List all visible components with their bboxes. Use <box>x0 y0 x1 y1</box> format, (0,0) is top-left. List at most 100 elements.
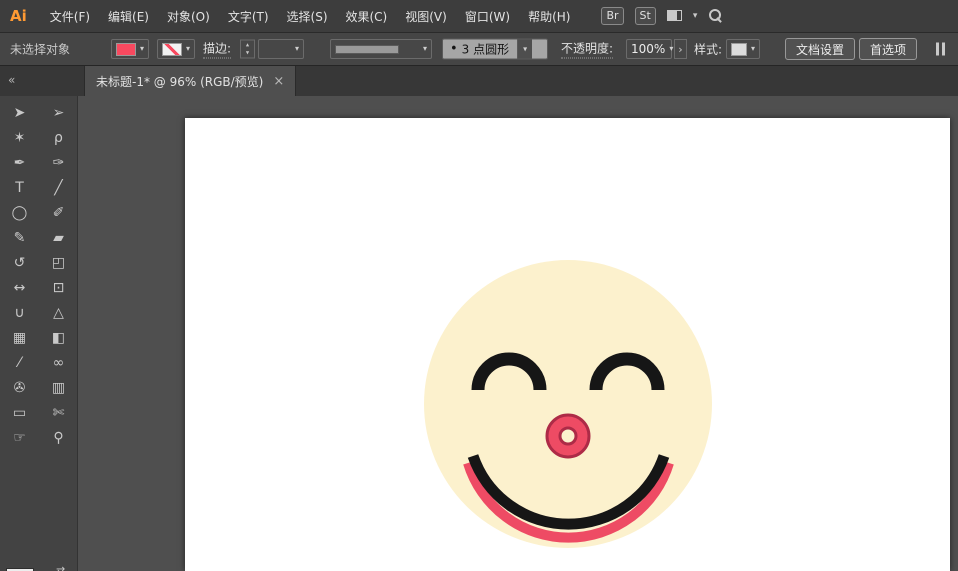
paintbrush-tool[interactable]: ✐ <box>39 200 78 225</box>
blend-tool-icon: ∞ <box>52 354 65 371</box>
stroke-panel-link[interactable]: 描边: <box>203 40 232 59</box>
column-graph-tool[interactable]: ▥ <box>39 375 78 400</box>
stock-icon[interactable]: St <box>634 6 656 26</box>
mesh-tool-icon: ▦ <box>12 329 27 346</box>
magic-wand-tool[interactable]: ✶ <box>0 125 39 150</box>
curvature-tool[interactable]: ✑ <box>39 150 78 175</box>
zoom-tool[interactable]: ⚲ <box>39 425 78 450</box>
stroke-color-dropdown[interactable]: ▾ <box>157 39 196 59</box>
swatch-area: ⇄ <box>0 551 78 571</box>
width-tool-icon: ↔ <box>13 279 26 296</box>
opacity-flyout-button[interactable]: › <box>674 39 687 59</box>
line-segment-tool-icon: ╱ <box>54 179 63 196</box>
fill-color-dropdown[interactable]: ▾ <box>111 39 150 59</box>
pencil-tool-icon: ✎ <box>13 229 26 246</box>
bridge-icon[interactable]: Br <box>601 6 624 26</box>
eyedropper-tool-icon: ⁄ <box>18 354 21 371</box>
app-logo[interactable]: Ai <box>10 7 27 25</box>
canvas[interactable] <box>78 96 958 571</box>
stroke-weight-stepper[interactable]: ▴ ▾ <box>240 39 255 59</box>
gradient-tool[interactable]: ◧ <box>39 325 78 350</box>
menu-item-9[interactable]: 帮助(H) <box>519 8 579 25</box>
tab-close-icon[interactable]: × <box>273 75 284 88</box>
brush-name: 3 点圆形 <box>461 42 510 57</box>
eraser-tool-icon: ▰ <box>53 229 64 246</box>
symbol-sprayer-tool[interactable]: ✇ <box>0 375 39 400</box>
menu-item-4[interactable]: 文字(T) <box>219 8 278 25</box>
selection-status: 未选择对象 <box>10 42 71 57</box>
gradient-tool-icon: ◧ <box>51 329 66 346</box>
swap-fill-stroke-icon[interactable]: ⇄ <box>56 564 65 571</box>
illustrator-window: Ai 文件(F) 编辑(E) 对象(O) 文字(T) 选择(S) 效果(C) 视图(V) 窗口… <box>0 0 958 571</box>
scale-tool[interactable]: ◰ <box>39 250 78 275</box>
menu-item-5[interactable]: 选择(S) <box>278 8 337 25</box>
free-transform-tool-icon: ⊡ <box>52 279 65 296</box>
direct-selection-tool-icon: ➢ <box>52 104 65 121</box>
artboard[interactable] <box>185 118 950 571</box>
slice-tool[interactable]: ✄ <box>39 400 78 425</box>
lasso-tool[interactable]: ρ <box>39 125 78 150</box>
control-bar: 未选择对象 ▾ ▾ 描边: ▴ ▾ ▾ ▾ • 3 点圆形 ▾ 不透明度: 10… <box>0 33 958 66</box>
zoom-tool-icon: ⚲ <box>53 429 64 446</box>
selection-tool[interactable]: ➤ <box>0 100 39 125</box>
brush-chevron-down-icon: ▾ <box>517 39 533 59</box>
artboard-tool[interactable]: ▭ <box>0 400 39 425</box>
fill-chevron-down-icon: ▾ <box>140 44 145 53</box>
menubar-icons: Br St ▾ <box>601 6 723 26</box>
line-segment-tool[interactable]: ╱ <box>39 175 78 200</box>
brush-definition-select[interactable]: • 3 点圆形 ▾ <box>442 38 548 60</box>
artboard-tool-icon: ▭ <box>12 404 27 421</box>
menu-item-2[interactable]: 编辑(E) <box>99 8 158 25</box>
ellipse-tool-icon: ◯ <box>11 204 28 221</box>
width-tool[interactable]: ↔ <box>0 275 39 300</box>
paintbrush-tool-icon: ✐ <box>52 204 65 221</box>
shape-builder-tool[interactable]: ∪ <box>0 300 39 325</box>
free-transform-tool[interactable]: ⊡ <box>39 275 78 300</box>
ellipse-tool[interactable]: ◯ <box>0 200 39 225</box>
panel-dock-icon[interactable] <box>936 42 948 56</box>
type-tool[interactable]: T <box>0 175 39 200</box>
menu-item-1[interactable]: 文件(F) <box>41 8 99 25</box>
stroke-weight-chevron-down-icon: ▾ <box>294 44 299 53</box>
perspective-grid-tool[interactable]: △ <box>39 300 78 325</box>
search-icon[interactable] <box>708 8 723 24</box>
menu-item-6[interactable]: 效果(C) <box>337 8 397 25</box>
workspace-chevron-down-icon[interactable]: ▾ <box>693 11 698 21</box>
column-graph-tool-icon: ▥ <box>51 379 66 396</box>
menu-item-8[interactable]: 窗口(W) <box>456 8 519 25</box>
blend-tool[interactable]: ∞ <box>39 350 78 375</box>
slice-tool-icon: ✄ <box>52 404 65 421</box>
width-profile-select[interactable]: ▾ <box>330 39 432 59</box>
pen-tool-icon: ✒ <box>13 154 26 171</box>
artwork-svg <box>424 260 712 548</box>
collapse-toolbar-icon[interactable]: « <box>8 73 15 87</box>
curvature-tool-icon: ✑ <box>52 154 65 171</box>
direct-selection-tool[interactable]: ➢ <box>39 100 78 125</box>
eraser-tool[interactable]: ▰ <box>39 225 78 250</box>
style-chevron-down-icon: ▾ <box>751 44 756 53</box>
style-select[interactable]: ▾ <box>726 39 761 59</box>
stroke-color-swatch <box>162 42 182 56</box>
menu-item-7[interactable]: 视图(V) <box>396 8 456 25</box>
document-tab[interactable]: 未标题-1* @ 96% (RGB/预览) × <box>84 66 297 96</box>
eyedropper-tool[interactable]: ⁄ <box>0 350 39 375</box>
width-profile-preview <box>335 44 399 54</box>
hand-tool[interactable]: ☞ <box>0 425 39 450</box>
rotate-tool[interactable]: ↺ <box>0 250 39 275</box>
pencil-tool[interactable]: ✎ <box>0 225 39 250</box>
smiley-face-circle[interactable] <box>424 260 712 548</box>
nose-inner-circle[interactable] <box>558 426 578 446</box>
preferences-button[interactable]: 首选项 <box>859 38 918 60</box>
fill-color-swatch <box>116 42 136 56</box>
document-setup-button[interactable]: 文档设置 <box>785 38 856 60</box>
pen-tool[interactable]: ✒ <box>0 150 39 175</box>
brush-preview-icon: • <box>450 41 458 57</box>
workspace-icon[interactable] <box>666 10 682 22</box>
stroke-weight-select[interactable]: ▾ <box>258 39 304 59</box>
opacity-panel-link[interactable]: 不透明度: <box>561 40 614 59</box>
mesh-tool[interactable]: ▦ <box>0 325 39 350</box>
lasso-tool-icon: ρ <box>54 129 63 146</box>
opacity-select[interactable]: 100% ▾ <box>626 39 673 59</box>
selection-tool-icon: ➤ <box>13 104 26 121</box>
menu-item-3[interactable]: 对象(O) <box>158 8 219 25</box>
